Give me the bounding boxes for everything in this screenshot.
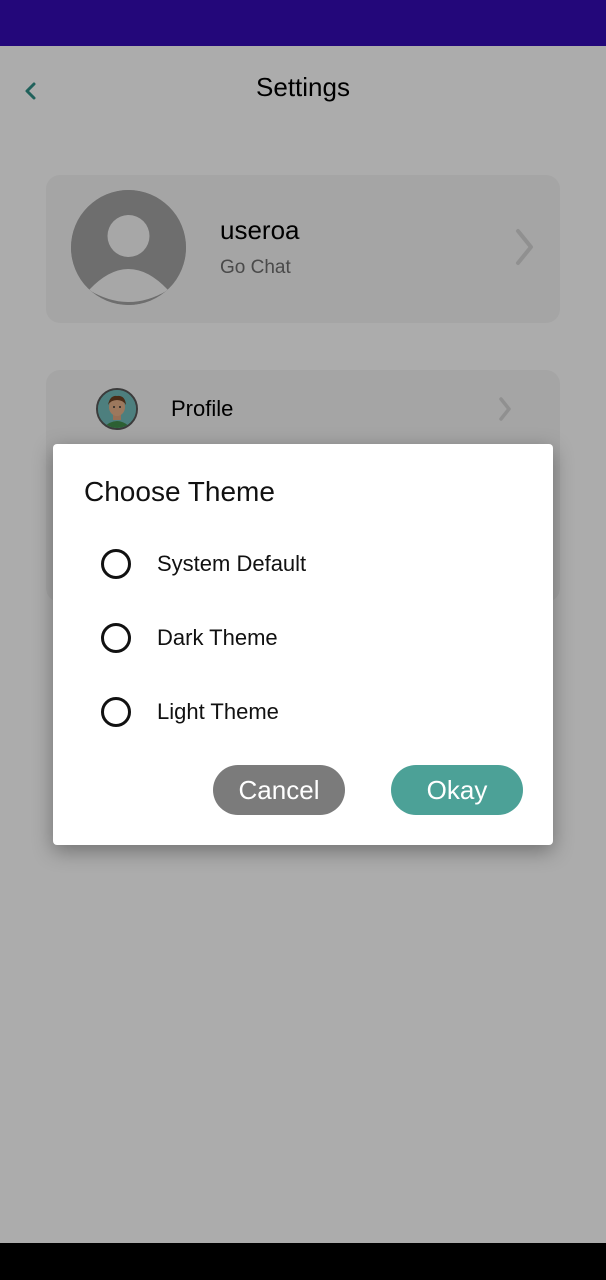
okay-button[interactable]: Okay [391,765,523,815]
radio-button[interactable] [101,697,131,727]
status-bar [0,0,606,46]
radio-button[interactable] [101,623,131,653]
option-label: Light Theme [157,699,279,724]
option-light-theme[interactable]: Light Theme [101,692,521,732]
option-label: System Default [157,551,307,576]
option-dark-theme[interactable]: Dark Theme [101,618,521,658]
dialog-title: Choose Theme [84,476,275,507]
cancel-button[interactable]: Cancel [213,765,345,815]
choose-theme-dialog: Choose Theme System Default Dark Theme L… [53,444,553,845]
option-label: Dark Theme [157,625,278,650]
radio-button[interactable] [101,549,131,579]
option-system-default[interactable]: System Default [101,544,521,584]
settings-screen: Settings useroa Go Chat Profile Choose T… [0,46,606,1243]
navigation-bar [0,1243,606,1280]
